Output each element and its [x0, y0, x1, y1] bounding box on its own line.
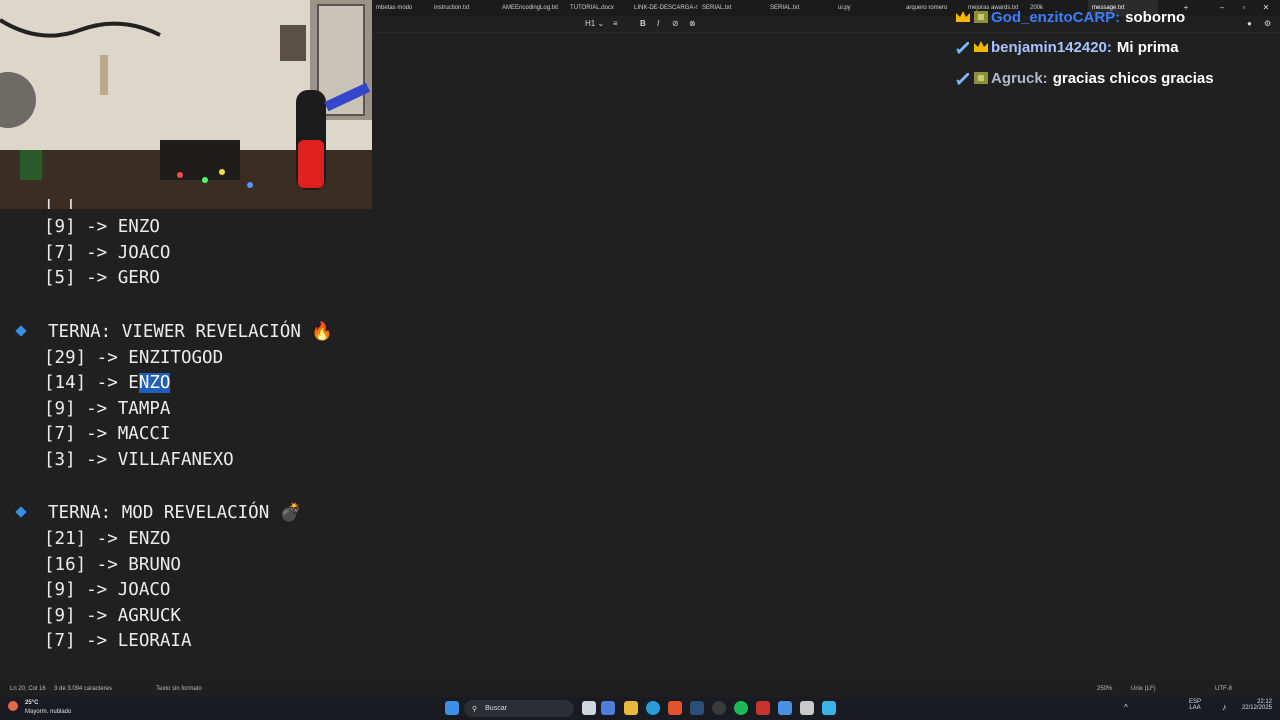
maximize-icon[interactable]: ▫ [1234, 0, 1254, 16]
avatar-badge-icon [973, 10, 989, 24]
tab-2[interactable]: AMEEncodingLog.txt [498, 0, 566, 16]
zoom-level[interactable]: 250% [1097, 681, 1112, 697]
format-mode[interactable]: Texto sin formato [156, 681, 202, 697]
section-heading-text: TERNA: MOD REVELACIÓN [48, 503, 270, 523]
section-heading: TERNA: VIEWER REVELACIÓN 🔥 [48, 321, 333, 343]
tab-1[interactable]: instruction.txt [430, 0, 498, 16]
chat-username[interactable]: God_enzitoCARP: [991, 9, 1120, 26]
language-indicator[interactable]: ESP LAA [1189, 699, 1201, 711]
text-selection: NZO [138, 373, 171, 393]
tab-3[interactable]: TUTORIAL.docx [566, 0, 630, 16]
minimize-icon[interactable]: – [1212, 0, 1232, 16]
text-line: [14] -> ENZO [44, 372, 171, 394]
chevron-down-icon: ⌄ [595, 19, 605, 28]
spotify-icon[interactable] [734, 701, 748, 715]
chat-username[interactable]: benjamin142420: [991, 39, 1112, 56]
weather-temp: 25°C [25, 700, 39, 706]
heading-dropdown[interactable]: H1 ⌄ [585, 17, 604, 31]
chat-message: benjamin142420: Mi prima [955, 36, 1179, 58]
list-icon[interactable]: ≡ [613, 17, 618, 31]
italic-icon[interactable]: I [657, 17, 659, 31]
widgets-icon[interactable] [601, 701, 615, 715]
diamond-bullet-icon [15, 325, 27, 337]
tray-chevron-icon[interactable]: ^ [1124, 703, 1128, 712]
language-layout: LAA [1189, 705, 1201, 711]
volume-icon[interactable]: ♪ [1222, 702, 1227, 712]
chat-message: God_enzitoCARP: soborno [955, 6, 1185, 28]
close-icon[interactable]: ✕ [1256, 0, 1276, 16]
text-line: [3] -> VILLAFANEXO [44, 450, 234, 470]
text-line: [21] -> ENZO [44, 529, 171, 549]
heading-label: H1 [585, 19, 596, 28]
crown-icon [955, 10, 971, 24]
paint-icon[interactable] [778, 701, 792, 715]
notepad-icon[interactable] [822, 701, 836, 715]
section-heading: TERNA: MOD REVELACIÓN 💣 [48, 502, 302, 524]
text-line: [7] -> LEORAIA [44, 631, 192, 651]
diamond-bullet-icon [15, 506, 27, 518]
text-line: [_] [44, 199, 76, 209]
fire-emoji-icon: 🔥 [311, 322, 334, 342]
app-icon[interactable] [756, 701, 770, 715]
clock-date: 22/12/2025 [1241, 705, 1272, 711]
weather-desc: Mayorm. nublado [25, 709, 72, 715]
tab-6[interactable]: SERIAL.txt [766, 0, 834, 16]
snipping-icon[interactable] [800, 701, 814, 715]
text-line: [16] -> BRUNO [44, 555, 181, 575]
obs-icon[interactable] [712, 701, 726, 715]
cursor-position: Ln 20, Col 16 [10, 686, 46, 692]
text-line: [7] -> MACCI [44, 424, 171, 444]
chat-text: soborno [1125, 8, 1186, 26]
text-line: [9] -> TAMPA [44, 399, 171, 419]
link-icon[interactable]: ⊘ [672, 17, 679, 31]
taskbar: 25°C Mayorm. nublado ⚲ Buscar ^ ESP LAA … [0, 697, 1280, 720]
character-count: 3 de 3.094 caracteres [54, 686, 113, 692]
clear-format-icon[interactable]: ⊗ [689, 17, 696, 31]
line-ending[interactable]: Unix (LF) [1131, 681, 1156, 697]
chat-text: Mi prima [1116, 38, 1179, 56]
edge-icon[interactable] [646, 701, 660, 715]
tab-4[interactable]: LINK-DE-DESCARGA-rx [630, 0, 698, 16]
search-box[interactable]: ⚲ Buscar [464, 700, 574, 717]
start-icon[interactable] [445, 701, 459, 715]
search-placeholder: Buscar [485, 705, 507, 712]
webcam-scene [0, 0, 372, 209]
sword-icon [955, 71, 971, 85]
avatar-badge-icon [973, 71, 989, 85]
section-heading-text: TERNA: VIEWER REVELACIÓN [48, 322, 301, 342]
text-line: [5] -> GERO [44, 268, 160, 288]
chat-username[interactable]: Agruck: [991, 70, 1048, 87]
text-line: [29] -> ENZITOGOD [44, 348, 224, 368]
chat-message: Agruck: gracias chicos gracias [955, 67, 1214, 89]
text-editor[interactable]: [_] [9] -> ENZO [7] -> JOACO [5] -> GERO… [0, 199, 1280, 681]
brave-icon[interactable] [668, 701, 682, 715]
webcam-overlay [0, 0, 372, 209]
steam-icon[interactable] [690, 701, 704, 715]
text-line: [9] -> AGRUCK [44, 606, 181, 626]
profile-icon[interactable]: ● [1247, 17, 1252, 31]
sword-icon [955, 40, 971, 54]
task-view-icon[interactable] [582, 701, 596, 715]
tab-7[interactable]: ui.py [834, 0, 902, 16]
weather-icon [8, 701, 18, 711]
file-explorer-icon[interactable] [624, 701, 638, 715]
tab-0[interactable]: mbetas modo [372, 0, 430, 16]
text-line-prefix: [14] -> E [44, 373, 139, 393]
status-bar: Ln 20, Col 16 3 de 3.094 caracteres Text… [0, 681, 1280, 697]
bomb-emoji-icon: 💣 [279, 503, 302, 523]
tab-5[interactable]: SERIAL.txt [698, 0, 766, 16]
bold-icon[interactable]: B [640, 17, 646, 31]
text-line: [9] -> JOACO [44, 580, 171, 600]
search-icon: ⚲ [472, 705, 478, 713]
chat-text: gracias chicos gracias [1052, 69, 1214, 87]
crown-icon [973, 40, 989, 54]
encoding[interactable]: UTF-8 [1215, 681, 1232, 697]
text-line: [7] -> JOACO [44, 243, 171, 263]
clock[interactable]: 22:12 22/12/2025 [1238, 699, 1272, 711]
text-line: [9] -> ENZO [44, 217, 160, 237]
settings-icon[interactable]: ⚙ [1264, 17, 1271, 31]
